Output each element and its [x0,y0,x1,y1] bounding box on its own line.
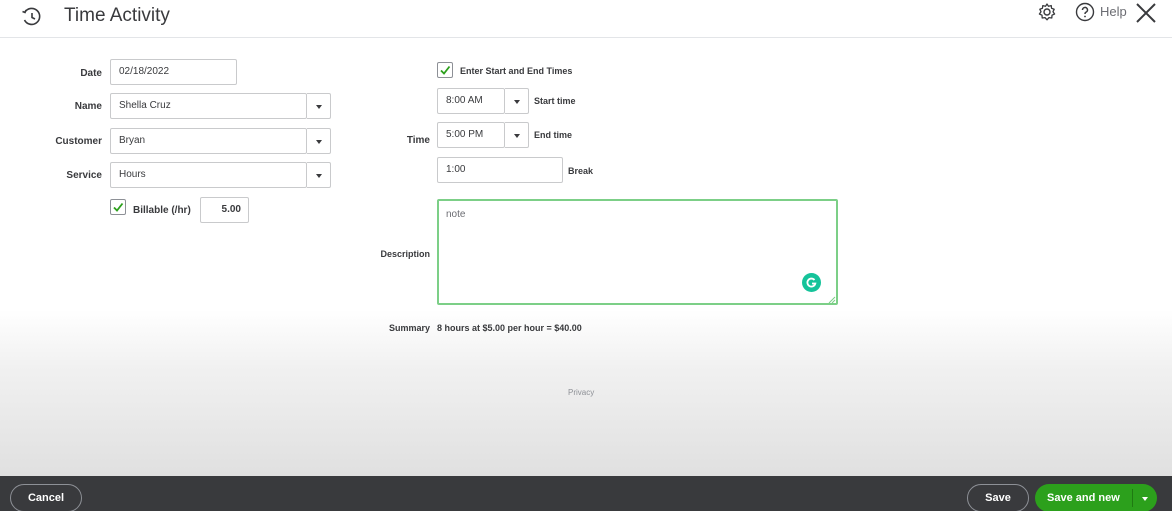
date-label: Date [80,68,102,79]
close-icon[interactable] [1133,0,1159,26]
break-label: Break [568,166,594,176]
check-icon [440,65,451,75]
footer-toolbar: Cancel Save Save and new [0,476,1172,511]
time-label: Time [406,135,430,146]
page-title: Time Activity [64,5,170,26]
help-icon[interactable] [1075,2,1095,22]
cancel-button[interactable]: Cancel [10,484,82,511]
privacy-link[interactable]: Privacy [568,388,594,398]
date-field[interactable]: 02/18/2022 [110,59,237,85]
service-dropdown-button[interactable] [307,162,331,188]
break-field[interactable]: 1:00 [437,157,563,183]
name-label: Name [74,101,102,112]
end-time-field[interactable]: 5:00 PM [437,122,505,148]
enter-times-label: Enter Start and End Times [460,66,573,76]
service-field[interactable]: Hours [110,162,307,188]
grammarly-icon[interactable] [802,273,821,292]
check-icon [113,202,124,212]
history-icon[interactable] [20,5,44,29]
resize-grip-icon[interactable] [827,295,836,304]
name-field[interactable]: Shella Cruz [110,93,307,119]
description-label: Description [380,249,430,259]
save-and-new-label: Save and new [1047,492,1120,504]
end-time-dropdown-button[interactable] [505,122,529,148]
chevron-down-icon[interactable] [1142,497,1148,501]
summary-text: 8 hours at $5.00 per hour = $40.00 [437,323,582,333]
grammarly-glyph-icon [806,277,817,288]
name-dropdown-button[interactable] [307,93,331,119]
form-area: Date 02/18/2022 Name Shella Cruz Custome… [0,39,1172,476]
start-time-field[interactable]: 8:00 AM [437,88,505,114]
billable-checkbox[interactable] [110,199,126,215]
billable-rate-field[interactable]: 5.00 [200,197,249,223]
customer-label: Customer [55,136,102,147]
save-button[interactable]: Save [967,484,1029,511]
start-time-label: Start time [534,96,576,106]
enter-times-checkbox[interactable] [437,62,453,78]
end-time-label: End time [534,130,573,140]
help-link[interactable]: Help [1100,4,1127,20]
split-divider [1132,489,1133,507]
save-and-new-button[interactable]: Save and new [1035,484,1157,511]
description-textarea[interactable]: note [437,199,838,305]
customer-field[interactable]: Bryan [110,128,307,154]
gear-icon[interactable] [1037,2,1057,22]
start-time-dropdown-button[interactable] [505,88,529,114]
customer-dropdown-button[interactable] [307,128,331,154]
service-label: Service [66,170,102,181]
header: Time Activity Help [0,0,1172,38]
billable-label: Billable (/hr) [133,205,191,216]
summary-label: Summary [388,323,430,333]
